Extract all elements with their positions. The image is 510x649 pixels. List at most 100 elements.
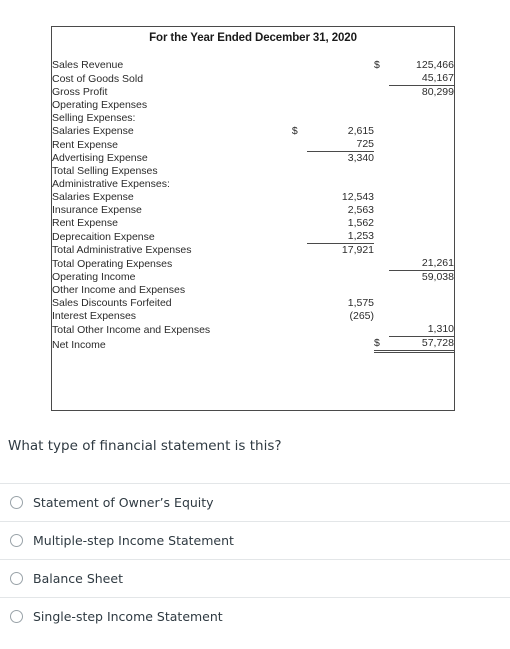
income-statement-box: For the Year Ended December 31, 2020 Sal…: [51, 26, 455, 411]
radio-button-icon[interactable]: [10, 496, 23, 509]
currency-symbol: [292, 204, 307, 217]
answer-option-label: Statement of Owner’s Equity: [33, 494, 214, 510]
line-item-amount: [389, 125, 454, 138]
line-item-amount: 125,466: [416, 59, 454, 71]
currency-symbol: [292, 217, 307, 230]
line-item-amount: [307, 86, 374, 100]
currency-symbol: [374, 244, 389, 258]
currency-symbol: [374, 297, 389, 310]
answer-option-2[interactable]: Multiple-step Income Statement: [0, 521, 510, 559]
currency-symbol: [292, 165, 307, 178]
line-item-amount: [389, 191, 454, 204]
table-row: Salaries Expense 12,543: [52, 191, 454, 204]
currency-symbol: [292, 323, 307, 337]
line-item-amount: 2,615: [347, 125, 375, 137]
line-item-amount: [307, 337, 374, 352]
table-row: Total Operating Expenses 21,261: [52, 257, 454, 271]
table-row: Interest Expenses (265): [52, 310, 454, 323]
currency-symbol: [374, 112, 389, 125]
table-row: Total Other Income and Expenses 1,310: [52, 323, 454, 337]
line-item-amount: (265): [349, 310, 375, 322]
currency-symbol: $: [291, 125, 298, 137]
line-item-amount: 17,921: [307, 243, 375, 257]
line-item-amount: 21,261: [421, 257, 454, 269]
currency-symbol: $: [374, 59, 380, 71]
question-area: What type of financial statement is this…: [0, 425, 510, 635]
currency-symbol: [374, 271, 389, 285]
table-row: Administrative Expenses:: [52, 178, 454, 191]
currency-symbol: [292, 99, 307, 112]
currency-symbol: [292, 152, 307, 166]
currency-symbol: [292, 86, 307, 100]
line-item-label: Total Selling Expenses: [52, 165, 158, 177]
answer-option-1[interactable]: Statement of Owner’s Equity: [0, 483, 510, 521]
currency-symbol: [374, 152, 389, 166]
table-row: Deprecaition Expense 1,253: [52, 230, 454, 244]
answer-option-4[interactable]: Single-step Income Statement: [0, 597, 510, 635]
answer-option-label: Single-step Income Statement: [33, 608, 223, 624]
line-item-amount: 1,310: [427, 323, 454, 335]
currency-symbol: [292, 112, 307, 125]
line-item-amount: 1,253: [347, 230, 375, 242]
currency-symbol: [292, 59, 307, 72]
line-item-amount: [307, 165, 374, 178]
currency-symbol: [292, 191, 307, 204]
radio-button-icon[interactable]: [10, 610, 23, 623]
currency-symbol: [374, 138, 389, 152]
line-item-amount: 45,167: [421, 72, 454, 84]
radio-button-icon[interactable]: [10, 572, 23, 585]
line-item-amount: 59,038: [389, 270, 454, 284]
currency-symbol: [374, 86, 389, 100]
line-item-label: Selling Expenses:: [52, 112, 136, 124]
table-row: Cost of Goods Sold 45,167: [52, 72, 454, 86]
income-statement-table: Sales Revenue $125,466 Cost of Goods Sold 4…: [52, 46, 454, 353]
line-item-amount: [307, 284, 374, 297]
currency-symbol: [374, 191, 389, 204]
currency-symbol: [292, 310, 307, 323]
line-item-amount: [307, 59, 374, 72]
line-item-amount: [389, 204, 454, 217]
currency-symbol: [374, 230, 389, 244]
line-item-label: Total Operating Expenses: [52, 257, 173, 270]
line-item-amount: 3,340: [307, 151, 375, 165]
currency-symbol: [292, 138, 307, 152]
table-row: Gross Profit 80,299: [52, 85, 454, 100]
currency-symbol: [292, 271, 307, 285]
currency-symbol: [374, 125, 389, 138]
line-item-label: Gross Profit: [52, 86, 108, 98]
line-item-amount: [389, 178, 454, 191]
currency-symbol: [292, 230, 307, 244]
line-item-label: Deprecaition Expense: [52, 230, 155, 243]
table-row: Insurance Expense 2,563: [52, 204, 454, 217]
currency-symbol: [292, 284, 307, 297]
currency-symbol: [374, 178, 389, 191]
currency-symbol: [374, 165, 389, 178]
line-item-label: Net Income: [52, 338, 106, 351]
answer-option-label: Balance Sheet: [33, 570, 123, 586]
table-row: Operating Expenses: [52, 99, 454, 112]
currency-symbol: [374, 204, 389, 217]
line-item-amount: [389, 230, 454, 244]
table-row: Sales Discounts Forfeited 1,575: [52, 297, 454, 310]
table-row: Net Income $57,728: [52, 336, 454, 353]
line-item-amount: [389, 297, 454, 310]
currency-symbol: [292, 72, 307, 86]
answer-option-3[interactable]: Balance Sheet: [0, 559, 510, 597]
currency-symbol: $: [374, 336, 390, 353]
line-item-amount: [389, 310, 454, 323]
line-item-label: Other Income and Expenses: [52, 284, 186, 296]
currency-symbol: [292, 337, 307, 352]
line-item-label: Operating Expenses: [52, 99, 148, 111]
table-row: Salaries Expense $2,615: [52, 125, 454, 138]
line-item-label: Insurance Expense: [52, 204, 142, 216]
line-item-amount: [307, 323, 374, 337]
table-row: Rent Expense 725: [52, 138, 454, 152]
table-row: Advertising Expense 3,340: [52, 151, 454, 166]
radio-button-icon[interactable]: [10, 534, 23, 547]
line-item-amount: [389, 165, 454, 178]
table-spacer-row: [52, 46, 454, 59]
currency-symbol: [292, 178, 307, 191]
line-item-amount: [307, 72, 374, 86]
line-item-label: Total Administrative Expenses: [52, 244, 192, 256]
answer-option-label: Multiple-step Income Statement: [33, 532, 234, 548]
